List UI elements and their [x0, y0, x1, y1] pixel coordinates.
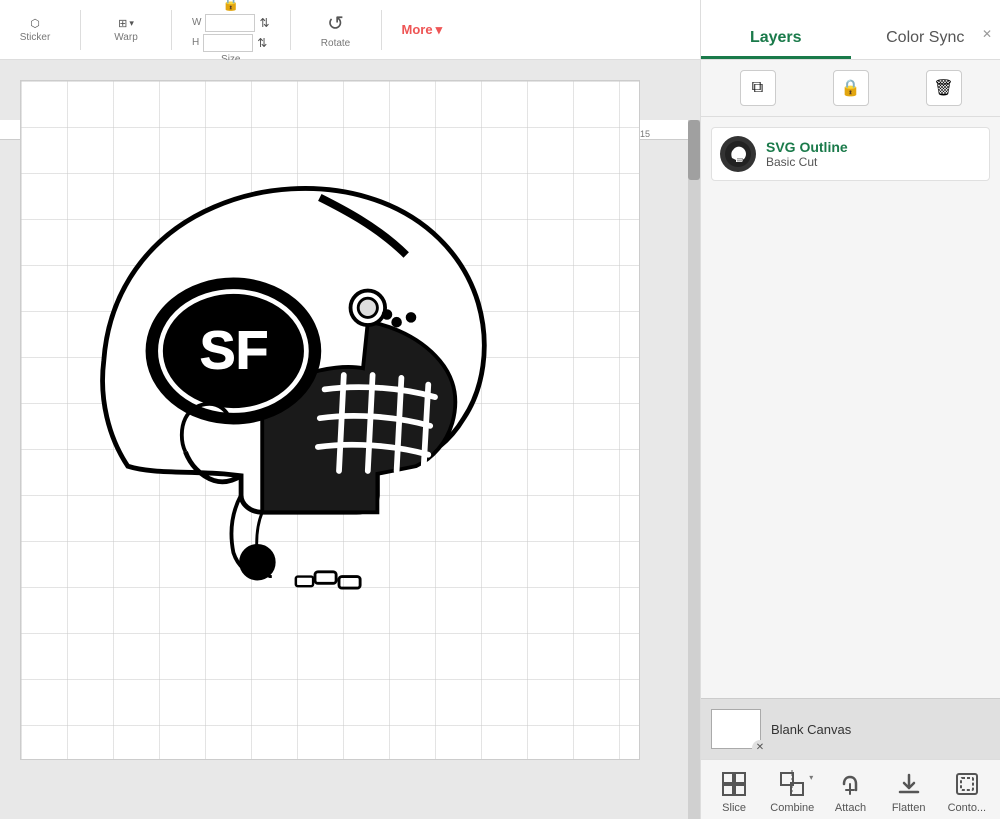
attach-icon [835, 769, 865, 799]
more-label: More [402, 22, 433, 37]
warp-arrow: ▾ [129, 18, 134, 29]
action-attach[interactable]: Attach [825, 769, 875, 814]
combine-icon [777, 769, 807, 799]
contour-label: Conto... [948, 802, 987, 814]
layer-icon [720, 136, 756, 172]
more-arrow: ▾ [436, 22, 443, 38]
combine-label: Combine [770, 802, 814, 814]
size-w-arrows[interactable]: ⇅ [259, 16, 269, 30]
tab-layers[interactable]: Layers [701, 19, 851, 59]
size-tool: 🔒 W ⇅ H ⇅ Size [192, 0, 270, 65]
slice-icon [719, 769, 749, 799]
contour-icon [952, 769, 982, 799]
canvas-area[interactable]: 8 9 10 11 12 13 14 15 SF [0, 60, 700, 819]
right-panel: Layers Color Sync ✕ ⧉ 🔒 🗑 [700, 0, 1000, 819]
size-w-label: W [192, 17, 201, 28]
size-h-arrows[interactable]: ⇅ [257, 36, 267, 50]
lock-icon[interactable]: 🔒 [222, 0, 239, 12]
action-combine[interactable]: Combine ▾ [767, 769, 817, 814]
canvas-name: Blank Canvas [771, 722, 851, 737]
toolbar-divider-3 [290, 10, 291, 50]
toolbar-divider-2 [171, 10, 172, 50]
flatten-label: Flatten [892, 802, 926, 814]
panel-tool-copy[interactable]: ⧉ [740, 70, 776, 106]
sticker-tool[interactable]: ⬡ Sticker [10, 17, 60, 43]
action-slice[interactable]: Slice [709, 769, 759, 814]
action-contour[interactable]: Conto... [942, 769, 992, 814]
layer-info: SVG Outline Basic Cut [766, 139, 848, 169]
tab-colorsync-label: Color Sync [886, 29, 964, 46]
layer-item[interactable]: SVG Outline Basic Cut [711, 127, 990, 181]
tab-layers-label: Layers [750, 29, 802, 46]
ruler-tick-15: 15 [640, 129, 650, 139]
svg-text:SF: SF [200, 320, 269, 380]
bottom-action-bar: Slice Combine ▾ Attach [701, 759, 1000, 819]
warp-icon: ⊞ [118, 17, 127, 30]
sticker-label: Sticker [20, 32, 51, 43]
more-button[interactable]: More ▾ [402, 22, 443, 38]
helmet-image: SF [51, 111, 531, 591]
delete-icon: 🗑 [933, 78, 953, 98]
scrollbar-thumb[interactable] [688, 120, 700, 180]
copy-icon: ⧉ [752, 79, 763, 97]
flatten-icon [894, 769, 924, 799]
white-mat: SF [20, 80, 640, 760]
warp-label: Warp [114, 32, 138, 43]
size-h-label: H [192, 37, 199, 48]
panel-tool-lock[interactable]: 🔒 [833, 70, 869, 106]
warp-tool[interactable]: ⊞ ▾ Warp [101, 17, 151, 43]
canvas-close-icon[interactable]: ✕ [753, 741, 767, 755]
panel-tabs: Layers Color Sync ✕ [701, 0, 1000, 60]
size-w-input[interactable] [205, 14, 255, 32]
tab-colorsync-close[interactable]: ✕ [982, 27, 992, 41]
panel-tool-delete[interactable]: 🗑 [926, 70, 962, 106]
attach-label: Attach [835, 802, 866, 814]
toolbar: ⬡ Sticker ⊞ ▾ Warp 🔒 W ⇅ H ⇅ Size [0, 0, 700, 60]
combine-arrow-icon: ▾ [809, 773, 813, 782]
rotate-tool[interactable]: ↺ Rotate [311, 11, 361, 49]
vertical-scrollbar[interactable] [688, 120, 700, 819]
panel-toolbar: ⧉ 🔒 🗑 [701, 60, 1000, 117]
layer-type: Basic Cut [766, 155, 848, 169]
layer-name: SVG Outline [766, 139, 848, 155]
canvas-selector: ✕ Blank Canvas [701, 698, 1000, 759]
slice-label: Slice [722, 802, 746, 814]
rotate-label: Rotate [321, 38, 350, 49]
action-flatten[interactable]: Flatten [884, 769, 934, 814]
toolbar-divider-1 [80, 10, 81, 50]
tab-colorsync[interactable]: Color Sync ✕ [851, 19, 1000, 59]
rotate-icon: ↺ [327, 11, 344, 36]
size-h-input[interactable] [203, 34, 253, 52]
layers-list: SVG Outline Basic Cut [701, 117, 1000, 698]
toolbar-divider-4 [381, 10, 382, 50]
lock-layer-icon: 🔒 [841, 78, 861, 98]
sticker-icon: ⬡ [30, 17, 40, 30]
